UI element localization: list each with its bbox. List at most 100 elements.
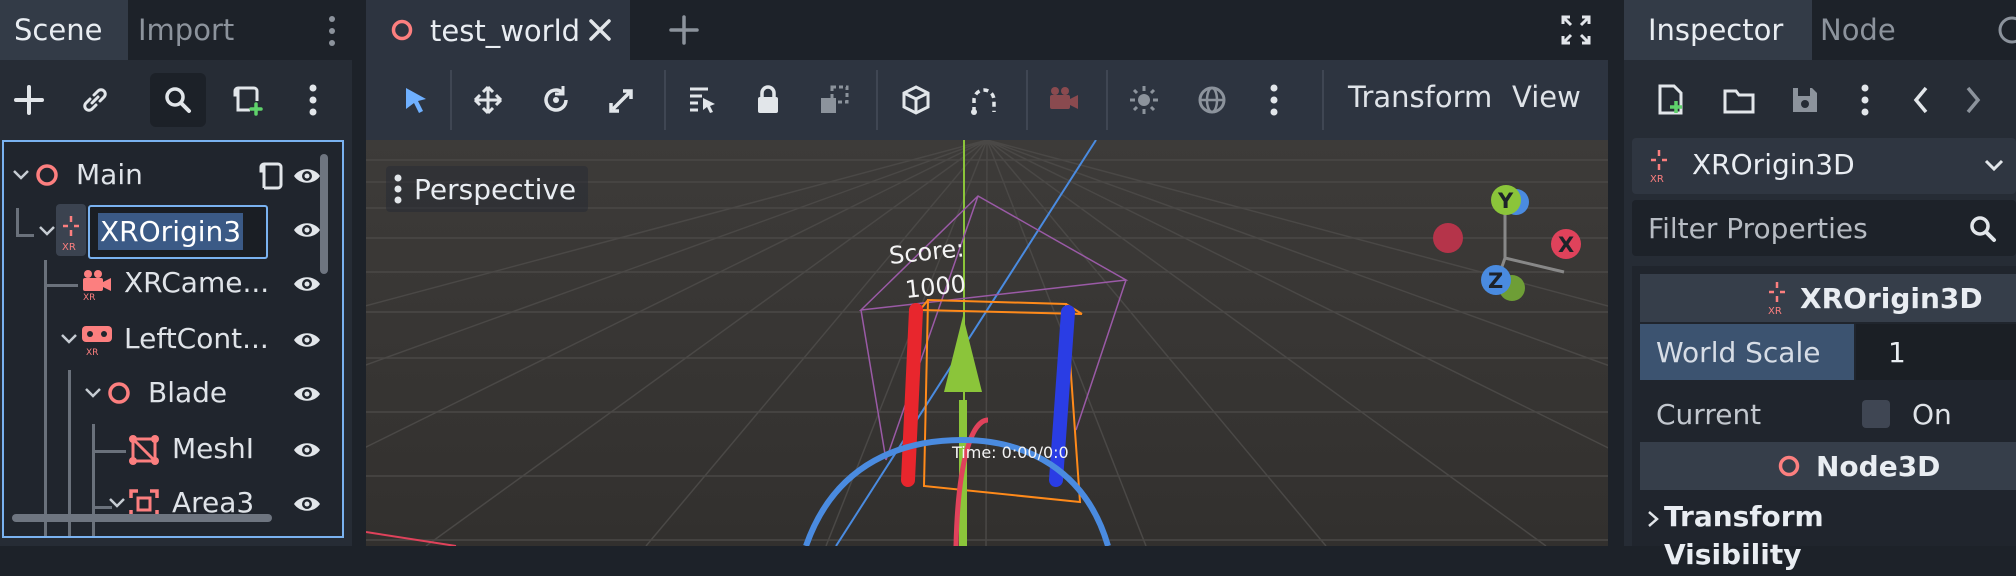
inspector-dock: Inspector Node XR XROrigin3D Filter Prop…	[1624, 0, 2016, 571]
vertical-dots-icon	[394, 174, 402, 204]
tab-node[interactable]: Node	[1820, 0, 1896, 60]
visibility-eye-icon[interactable]	[292, 438, 322, 462]
node3d-icon	[36, 164, 58, 186]
scene-toolbar	[0, 60, 352, 140]
folder-icon	[1723, 89, 1755, 114]
viewport-3d[interactable]: Score: 1000 Time: 0:00/0:0 Y X Z Perspec…	[366, 140, 1608, 546]
add-tab-icon[interactable]	[668, 14, 700, 46]
toolbar-separator	[664, 70, 666, 130]
environment-menu-button[interactable]	[1246, 73, 1302, 127]
chevron-right-icon	[1648, 511, 1659, 527]
scene-tree[interactable]: Main XR XROrigin3 XR XRCame... XR LeftCo…	[2, 140, 344, 538]
tree-item-label: MeshI	[172, 432, 254, 465]
chevron-down-icon[interactable]	[84, 386, 102, 400]
instance-scene-button[interactable]	[68, 73, 122, 127]
group-visibility[interactable]: Visibility	[1640, 536, 2016, 576]
scene-tab-test-world[interactable]: test_world	[366, 0, 630, 60]
tree-horizontal-scrollbar[interactable]	[12, 514, 272, 522]
tree-vertical-scrollbar[interactable]	[320, 154, 328, 274]
add-node-button[interactable]	[2, 73, 56, 127]
xr-controller-icon: XR	[82, 326, 112, 356]
node-selector[interactable]: XR XROrigin3D	[1632, 138, 2016, 194]
list-select-button[interactable]	[674, 73, 730, 127]
select-mode-button[interactable]	[388, 73, 444, 127]
scale-mode-button[interactable]	[594, 73, 650, 127]
property-label: Current	[1656, 398, 1762, 431]
history-forward-button[interactable]	[1946, 73, 2000, 127]
scene-tree-menu-button[interactable]	[286, 73, 340, 127]
move-mode-button[interactable]	[460, 73, 516, 127]
gizmo-neg-x[interactable]	[1433, 223, 1463, 253]
filter-properties-field[interactable]: Filter Properties	[1632, 200, 2016, 256]
svg-text:XR: XR	[1768, 306, 1782, 317]
view-menu[interactable]: View	[1512, 80, 1581, 114]
visibility-eye-icon[interactable]	[292, 492, 322, 516]
preview-sun-button[interactable]	[1116, 73, 1172, 127]
load-resource-button[interactable]	[1712, 73, 1766, 127]
visibility-eye-icon[interactable]	[292, 218, 322, 242]
attach-script-button[interactable]	[220, 73, 274, 127]
world-scale-input[interactable]: 1	[1856, 324, 2016, 380]
tree-item-xrcamera[interactable]: XR XRCame...	[4, 258, 324, 312]
distraction-free-icon[interactable]	[1560, 14, 1592, 46]
visibility-eye-icon[interactable]	[292, 164, 322, 188]
transform-menu[interactable]: Transform	[1348, 80, 1492, 114]
perspective-label: Perspective	[414, 172, 577, 206]
lock-icon	[758, 85, 778, 113]
lock-button[interactable]	[740, 73, 796, 127]
plus-icon	[14, 85, 44, 115]
history-back-button[interactable]	[1894, 73, 1948, 127]
search-icon	[1970, 216, 1996, 242]
chevron-down-icon[interactable]	[60, 332, 78, 346]
dock-menu-icon[interactable]	[322, 14, 342, 48]
move-icon	[473, 85, 503, 115]
save-resource-button[interactable]	[1778, 73, 1832, 127]
tree-item-main[interactable]: Main	[4, 150, 324, 204]
visibility-eye-icon[interactable]	[292, 382, 322, 406]
chevron-down-icon[interactable]	[38, 224, 56, 238]
tree-item-xrorigin[interactable]: XR XROrigin3	[4, 204, 324, 259]
rotate-icon	[544, 86, 568, 112]
group-transform[interactable]: Transform	[1640, 494, 2016, 542]
filter-nodes-button[interactable]	[150, 73, 206, 127]
tree-item-blade[interactable]: Blade	[4, 368, 324, 422]
tab-inspector[interactable]: Inspector	[1624, 0, 1812, 60]
svg-text:XR: XR	[62, 242, 76, 253]
local-space-button[interactable]	[888, 73, 944, 127]
close-icon[interactable]	[588, 18, 612, 42]
close-dock-icon[interactable]	[1990, 16, 2016, 44]
perspective-menu[interactable]: Perspective	[386, 166, 589, 212]
toolbar-separator	[1026, 70, 1028, 130]
property-label-bg: World Scale	[1640, 324, 1854, 380]
scene-tab-title: test_world	[430, 14, 581, 48]
rotate-mode-button[interactable]	[528, 73, 584, 127]
mesh-instance-icon	[129, 435, 159, 465]
snap-button[interactable]	[956, 73, 1012, 127]
tree-item-leftcontroller[interactable]: XR LeftCont...	[4, 314, 324, 368]
node3d-icon	[391, 19, 413, 41]
tree-item-meshinstance[interactable]: MeshI	[4, 424, 324, 478]
script-icon[interactable]	[256, 160, 286, 192]
chevron-down-icon[interactable]	[12, 168, 30, 182]
visibility-eye-icon[interactable]	[292, 272, 322, 296]
visibility-eye-icon[interactable]	[292, 328, 322, 352]
node3d-icon	[108, 382, 130, 404]
tree-item-area3d[interactable]: Area3	[4, 478, 324, 532]
preview-environment-button[interactable]	[1184, 73, 1240, 127]
camera-preview-button[interactable]	[1036, 73, 1092, 127]
current-checkbox[interactable]	[1862, 400, 1890, 428]
toolbar-separator	[1106, 70, 1108, 130]
tab-scene[interactable]: Scene	[0, 0, 128, 60]
rename-node-text[interactable]: XROrigin3	[98, 213, 244, 250]
gizmo-x-label: X	[1558, 233, 1574, 257]
tab-import-label: Import	[138, 13, 235, 47]
scene-tabs-bar: test_world	[366, 0, 1608, 60]
rename-node-field[interactable]: XROrigin3	[88, 205, 268, 259]
chevron-down-icon[interactable]	[108, 496, 126, 510]
property-current: Current On	[1640, 386, 2016, 442]
inspector-menu-button[interactable]	[1838, 73, 1892, 127]
new-resource-button[interactable]	[1644, 73, 1698, 127]
group-button[interactable]	[806, 73, 862, 127]
tab-import[interactable]: Import	[128, 0, 234, 60]
svg-text:XR: XR	[83, 293, 95, 300]
